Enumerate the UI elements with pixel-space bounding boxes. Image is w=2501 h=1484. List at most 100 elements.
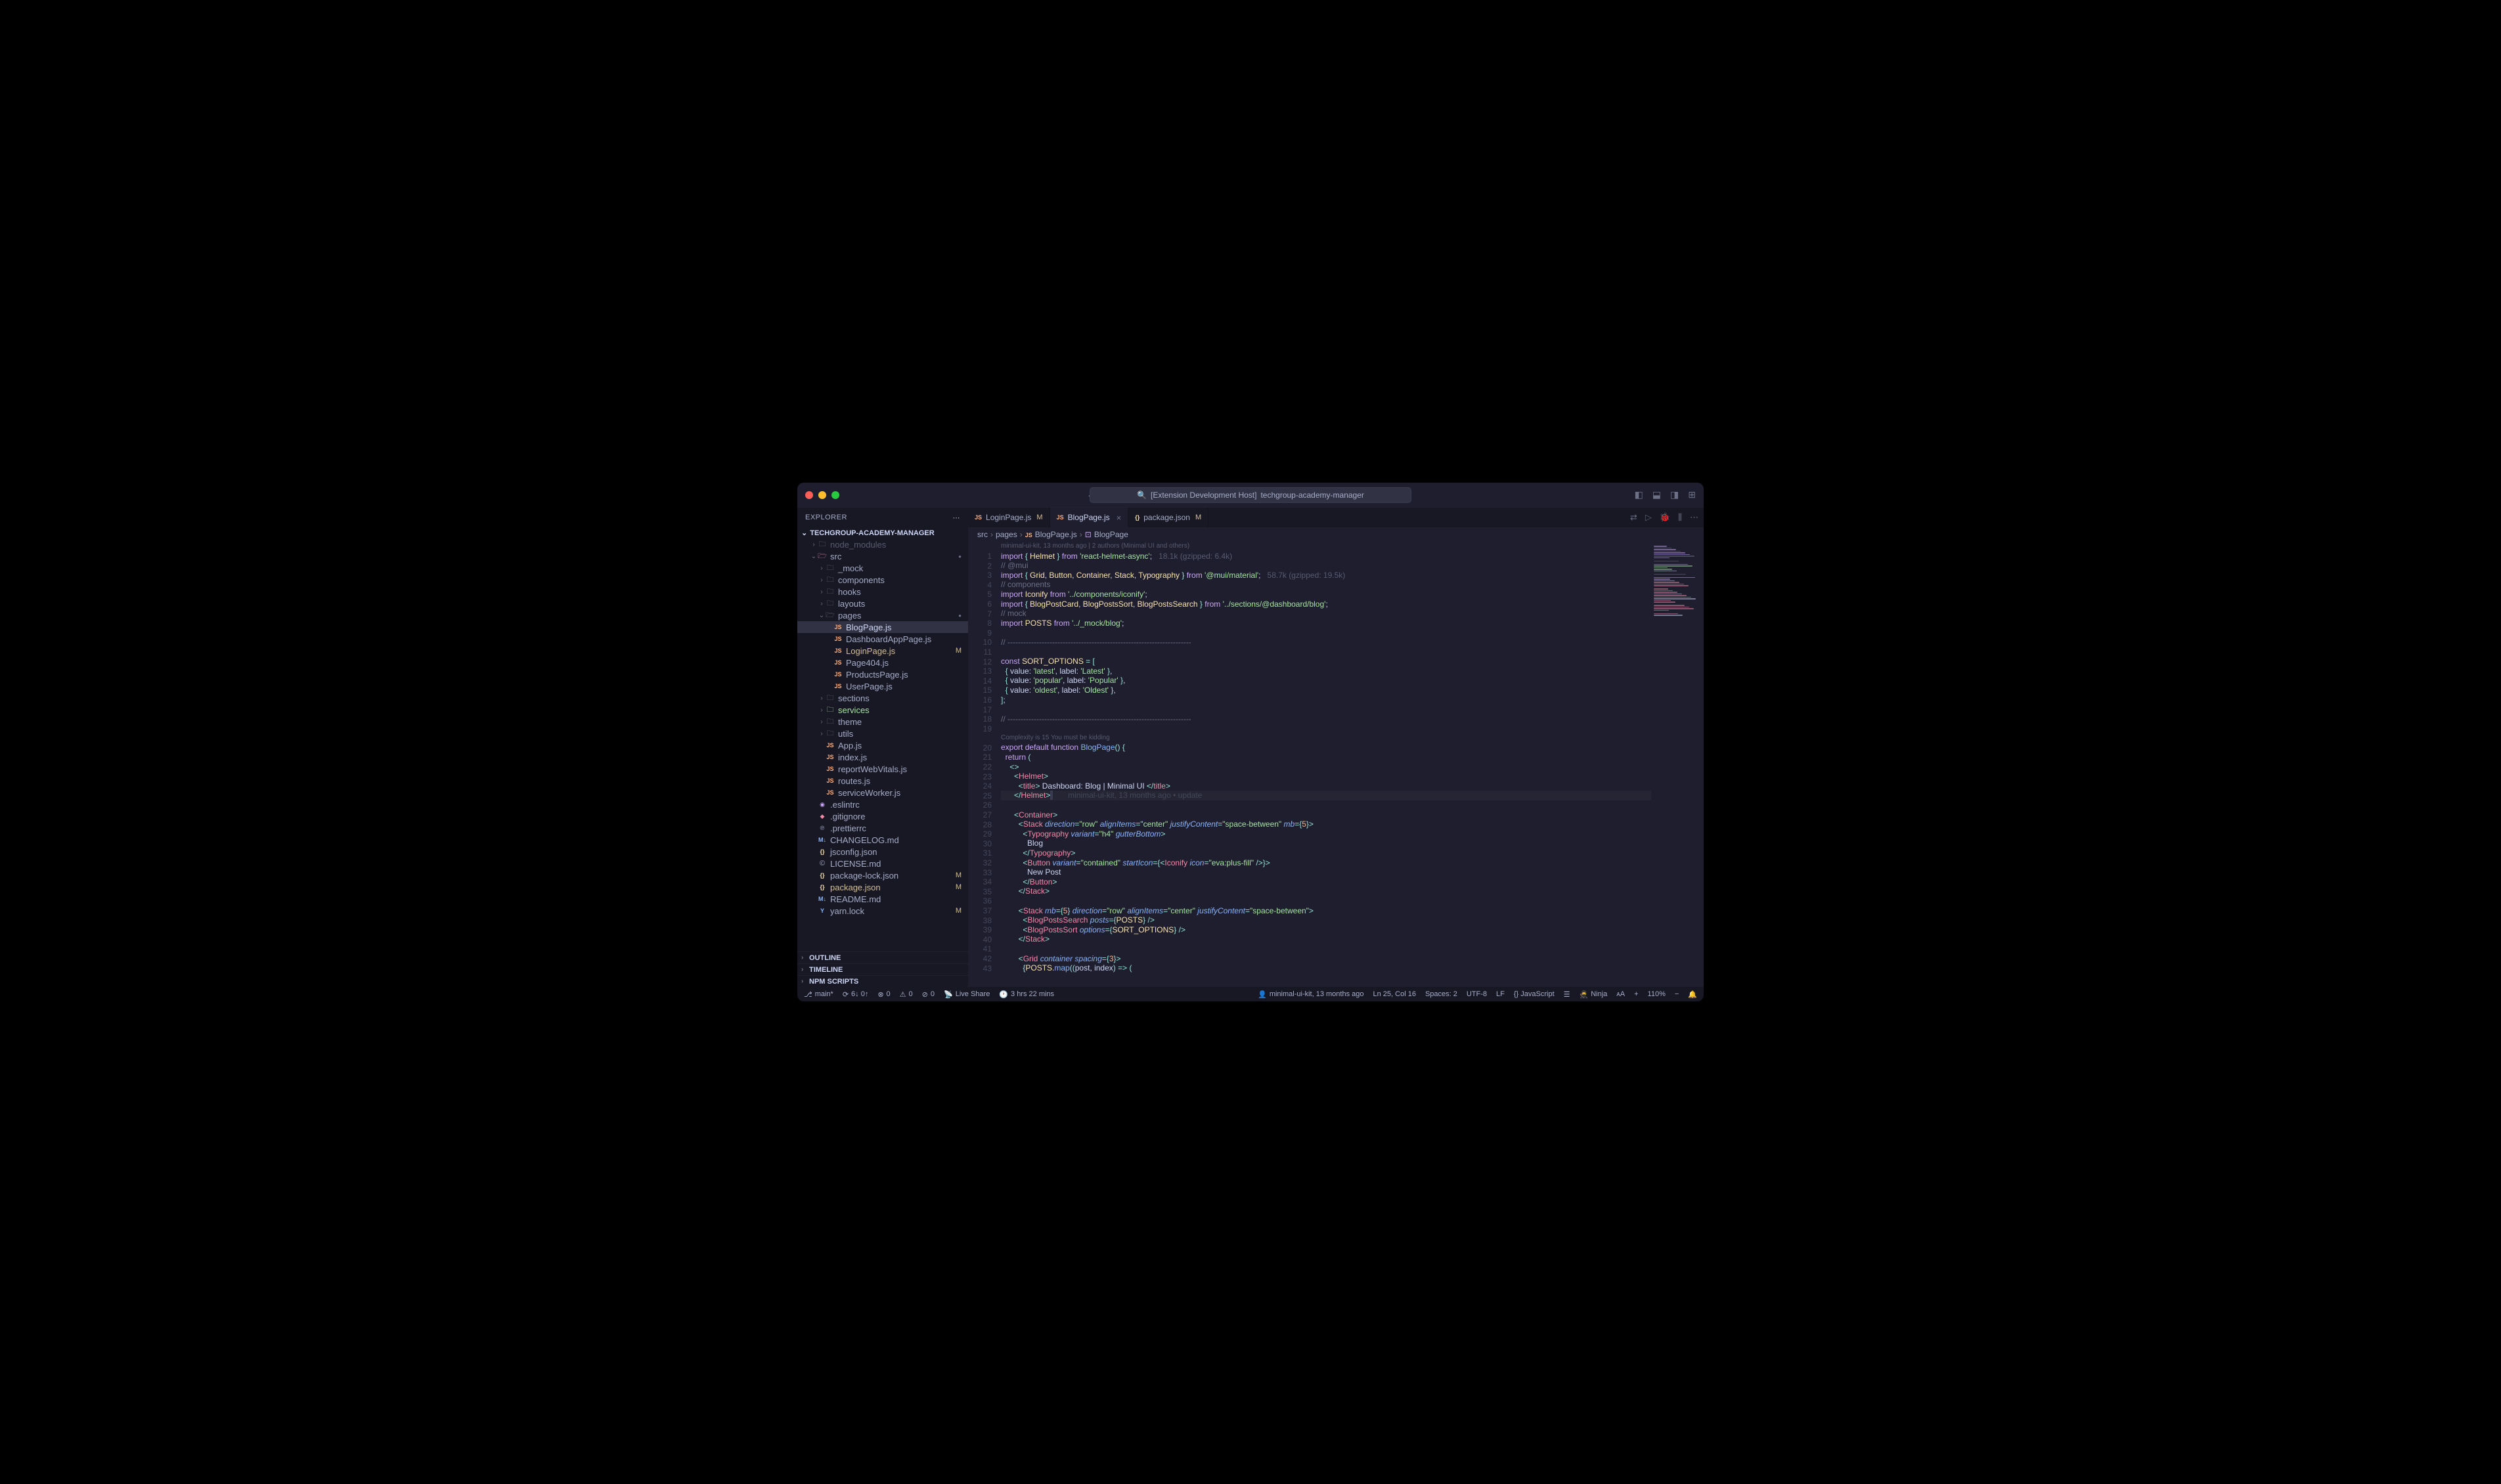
- layout-panel-left-icon[interactable]: ◧: [1635, 489, 1643, 500]
- code-line[interactable]: export default function BlogPage() {: [1001, 743, 1651, 753]
- code-line[interactable]: </Button>: [1001, 877, 1651, 887]
- layout-customize-icon[interactable]: ⊞: [1688, 489, 1696, 500]
- line-number[interactable]: 13: [968, 666, 992, 676]
- line-number[interactable]: 31: [968, 848, 992, 858]
- statusbar-item[interactable]: ⊘0: [922, 990, 935, 999]
- code-line[interactable]: // mock: [1001, 609, 1651, 619]
- code-line[interactable]: <BlogPostsSort options={SORT_OPTIONS} />: [1001, 925, 1651, 935]
- tree-item-src[interactable]: ⌄src●: [797, 550, 968, 562]
- code-line[interactable]: import POSTS from '../_mock/blog';: [1001, 619, 1651, 628]
- statusbar-item[interactable]: UTF-8: [1467, 990, 1487, 998]
- close-tab-icon[interactable]: ×: [1117, 513, 1122, 523]
- code-line[interactable]: </Stack>: [1001, 934, 1651, 944]
- statusbar-item[interactable]: ⚠0: [900, 990, 913, 999]
- tree-item-BlogPage.js[interactable]: BlogPage.js: [797, 621, 968, 633]
- line-number[interactable]: 24: [968, 781, 992, 791]
- tab-LoginPage.js[interactable]: LoginPage.jsM: [968, 508, 1050, 527]
- code-line[interactable]: const SORT_OPTIONS = [: [1001, 657, 1651, 666]
- line-number[interactable]: 5: [968, 590, 992, 600]
- line-number[interactable]: 6: [968, 600, 992, 609]
- code-line[interactable]: <Stack mb={5} direction="row" alignItems…: [1001, 906, 1651, 916]
- statusbar-item[interactable]: {} JavaScript: [1514, 990, 1555, 998]
- code-line[interactable]: [1001, 800, 1651, 810]
- statusbar-item[interactable]: ᴀA: [1616, 990, 1625, 998]
- statusbar-item[interactable]: Ln 25, Col 16: [1373, 990, 1416, 998]
- tree-item-DashboardAppPage.js[interactable]: DashboardAppPage.js: [797, 633, 968, 645]
- tree-item-node_modules[interactable]: ›node_modules: [797, 538, 968, 550]
- line-number[interactable]: 10: [968, 638, 992, 647]
- close-window-button[interactable]: [805, 491, 813, 499]
- line-number[interactable]: 40: [968, 935, 992, 945]
- breadcrumbs[interactable]: src›pages›BlogPage.js›⊡BlogPage: [968, 527, 1704, 542]
- statusbar-item[interactable]: 110%: [1648, 990, 1666, 998]
- more-icon[interactable]: ⋯: [953, 513, 961, 522]
- line-number[interactable]: 29: [968, 829, 992, 839]
- tree-item-.prettierrc[interactable]: .prettierrc: [797, 822, 968, 834]
- breadcrumb-item[interactable]: src: [977, 530, 988, 539]
- code-line[interactable]: [1001, 628, 1651, 638]
- code-line[interactable]: import Iconify from '../components/iconi…: [1001, 590, 1651, 600]
- code-line[interactable]: import { BlogPostCard, BlogPostsSort, Bl…: [1001, 600, 1651, 609]
- tree-item-reportWebVitals.js[interactable]: reportWebVitals.js: [797, 763, 968, 775]
- split-editor-icon[interactable]: ⫼: [1678, 512, 1682, 523]
- code-line[interactable]: <Helmet>: [1001, 772, 1651, 781]
- line-number[interactable]: 2: [968, 561, 992, 571]
- tree-item-package.json[interactable]: package.jsonM: [797, 881, 968, 893]
- line-number[interactable]: 27: [968, 810, 992, 820]
- line-number[interactable]: 43: [968, 964, 992, 974]
- line-number[interactable]: 41: [968, 944, 992, 954]
- code-line[interactable]: <Typography variant="h4" gutterBottom>: [1001, 829, 1651, 839]
- line-number[interactable]: 32: [968, 858, 992, 868]
- line-number[interactable]: 33: [968, 868, 992, 878]
- line-number[interactable]: 11: [968, 647, 992, 657]
- tree-item-hooks[interactable]: ›hooks: [797, 586, 968, 598]
- code-line[interactable]: { value: 'latest', label: 'Latest' },: [1001, 666, 1651, 676]
- code-line[interactable]: [1001, 647, 1651, 657]
- line-number[interactable]: 38: [968, 916, 992, 926]
- code-line[interactable]: [1001, 944, 1651, 954]
- breadcrumb-item[interactable]: BlogPage.js: [1025, 530, 1077, 539]
- tree-item-.eslintrc[interactable]: .eslintrc: [797, 798, 968, 810]
- code-line[interactable]: // components: [1001, 580, 1651, 590]
- line-number[interactable]: 25: [968, 791, 992, 801]
- tree-item-README.md[interactable]: README.md: [797, 893, 968, 905]
- breadcrumb-item[interactable]: ⊡BlogPage: [1085, 530, 1128, 539]
- line-number[interactable]: 7: [968, 609, 992, 619]
- sidebar-section-npm scripts[interactable]: ›NPM SCRIPTS: [797, 975, 968, 987]
- code-line[interactable]: <title> Dashboard: Blog | Minimal UI </t…: [1001, 781, 1651, 791]
- git-compare-icon[interactable]: ⇄: [1630, 512, 1637, 523]
- tree-item-pages[interactable]: ⌄pages●: [797, 609, 968, 621]
- code-line[interactable]: import { Helmet } from 'react-helmet-asy…: [1001, 552, 1651, 561]
- line-number[interactable]: 35: [968, 887, 992, 897]
- tree-item-App.js[interactable]: App.js: [797, 739, 968, 751]
- code-line[interactable]: [1001, 705, 1651, 714]
- line-number[interactable]: 1: [968, 552, 992, 561]
- code-line[interactable]: // -------------------------------------…: [1001, 638, 1651, 647]
- line-number[interactable]: 22: [968, 762, 992, 772]
- tree-item-_mock[interactable]: ›_mock: [797, 562, 968, 574]
- tree-item-ProductsPage.js[interactable]: ProductsPage.js: [797, 668, 968, 680]
- tree-item-LoginPage.js[interactable]: LoginPage.jsM: [797, 645, 968, 657]
- command-center[interactable]: 🔍 [Extension Development Host] techgroup…: [1090, 487, 1411, 503]
- line-number[interactable]: 21: [968, 753, 992, 762]
- code-line[interactable]: { value: 'oldest', label: 'Oldest' },: [1001, 686, 1651, 695]
- statusbar-item[interactable]: +: [1634, 990, 1638, 998]
- code-line[interactable]: <Container>: [1001, 810, 1651, 820]
- code-line[interactable]: // @mui: [1001, 561, 1651, 571]
- line-number[interactable]: 30: [968, 839, 992, 849]
- line-number[interactable]: 17: [968, 705, 992, 715]
- tree-item-serviceWorker.js[interactable]: serviceWorker.js: [797, 787, 968, 798]
- code-line[interactable]: {POSTS.map((post, index) => (: [1001, 963, 1651, 973]
- statusbar-item[interactable]: −: [1675, 990, 1679, 998]
- line-number[interactable]: 42: [968, 954, 992, 964]
- code-line[interactable]: [1001, 896, 1651, 906]
- line-number[interactable]: 15: [968, 686, 992, 695]
- line-number[interactable]: 20: [968, 743, 992, 753]
- code-line[interactable]: <>: [1001, 762, 1651, 772]
- code-lens[interactable]: Complexity is 15 You must be kidding: [1001, 733, 1651, 743]
- minimap[interactable]: [1651, 542, 1704, 987]
- run-icon[interactable]: ▷: [1645, 512, 1652, 523]
- layout-panel-bottom-icon[interactable]: ⬓: [1652, 489, 1661, 500]
- maximize-window-button[interactable]: [831, 491, 839, 499]
- line-number[interactable]: 4: [968, 580, 992, 590]
